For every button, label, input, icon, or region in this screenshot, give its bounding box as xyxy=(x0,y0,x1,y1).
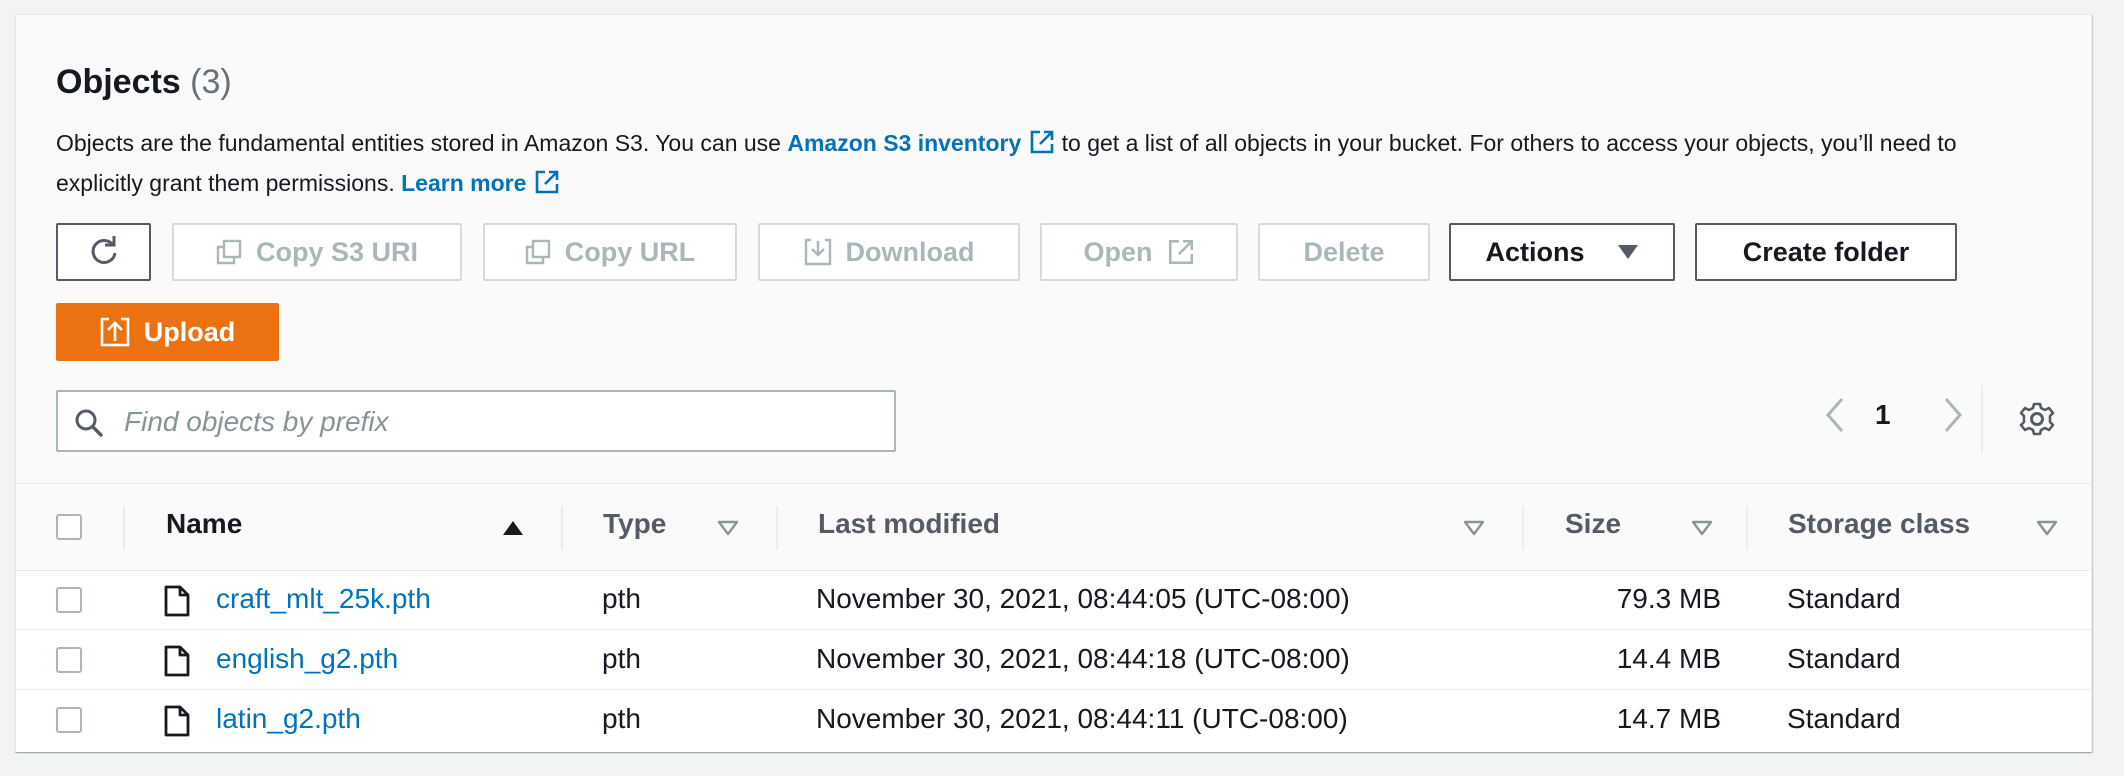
row-checkbox[interactable] xyxy=(56,707,82,733)
object-type: pth xyxy=(602,643,641,674)
file-icon xyxy=(164,705,190,737)
object-size: 14.7 MB xyxy=(1616,703,1721,734)
column-header-size[interactable]: Size xyxy=(1565,508,1621,540)
object-name-link[interactable]: craft_mlt_25k.pth xyxy=(216,583,431,615)
actions-dropdown[interactable]: Actions xyxy=(1449,223,1675,281)
caret-down-icon xyxy=(1617,245,1638,259)
sort-icon[interactable] xyxy=(2036,520,2058,536)
learn-more-link[interactable]: Learn more xyxy=(401,170,560,196)
row-checkbox[interactable] xyxy=(56,647,82,673)
sort-icon[interactable] xyxy=(1691,520,1713,536)
column-divider xyxy=(1522,506,1524,550)
copy-s3-uri-button[interactable]: Copy S3 URI xyxy=(172,223,462,281)
sort-icon[interactable] xyxy=(1463,520,1485,536)
external-link-icon xyxy=(536,170,559,194)
object-size: 14.4 MB xyxy=(1616,643,1721,674)
object-size: 79.3 MB xyxy=(1616,583,1721,614)
column-header-name[interactable]: Name xyxy=(166,508,242,540)
search-icon xyxy=(75,409,103,437)
actions-label: Actions xyxy=(1485,236,1585,267)
copy-url-label: Copy URL xyxy=(564,236,696,267)
object-name-link[interactable]: latin_g2.pth xyxy=(216,703,361,735)
divider xyxy=(1981,385,1983,453)
page-title: Objects (3) xyxy=(56,63,232,102)
table-row[interactable]: english_g2.pth pth November 30, 2021, 08… xyxy=(16,631,2091,690)
download-button[interactable]: Download xyxy=(758,223,1020,281)
description: Objects are the fundamental entities sto… xyxy=(56,123,2036,203)
object-last-modified: November 30, 2021, 08:44:11 (UTC-08:00) xyxy=(816,703,1348,734)
search-input[interactable]: Find objects by prefix xyxy=(56,390,896,452)
object-type: pth xyxy=(602,583,641,614)
select-all-checkbox[interactable] xyxy=(56,514,82,540)
open-label: Open xyxy=(1083,236,1153,267)
chevron-left-icon[interactable] xyxy=(1824,395,1846,435)
table-header: Name Type Last modified Size Storage cla… xyxy=(16,484,2091,571)
row-checkbox[interactable] xyxy=(56,587,82,613)
object-storage-class: Standard xyxy=(1787,583,1901,614)
open-button[interactable]: Open xyxy=(1040,223,1238,281)
column-divider xyxy=(561,506,563,550)
external-link-icon xyxy=(1168,239,1193,265)
copy-icon xyxy=(216,239,242,265)
title-text: Objects xyxy=(56,63,181,101)
refresh-icon xyxy=(91,236,116,264)
learn-more-label: Learn more xyxy=(401,170,527,196)
copy-url-button[interactable]: Copy URL xyxy=(483,223,737,281)
gear-icon[interactable] xyxy=(2019,401,2055,437)
column-header-type[interactable]: Type xyxy=(603,508,666,540)
object-count: (3) xyxy=(190,63,232,101)
chevron-right-icon[interactable] xyxy=(1942,395,1964,435)
upload-button[interactable]: Upload xyxy=(56,303,279,361)
object-last-modified: November 30, 2021, 08:44:18 (UTC-08:00) xyxy=(816,643,1350,674)
table-row[interactable]: latin_g2.pth pth November 30, 2021, 08:4… xyxy=(16,691,2091,749)
inventory-link-label: Amazon S3 inventory xyxy=(787,130,1022,156)
upload-label: Upload xyxy=(143,316,236,347)
object-storage-class: Standard xyxy=(1787,703,1901,734)
file-icon xyxy=(164,645,190,677)
column-divider xyxy=(1746,506,1748,550)
search-placeholder: Find objects by prefix xyxy=(124,406,389,437)
object-last-modified: November 30, 2021, 08:44:05 (UTC-08:00) xyxy=(816,583,1350,614)
current-page[interactable]: 1 xyxy=(1875,399,1891,431)
column-header-last-modified[interactable]: Last modified xyxy=(818,508,1000,540)
column-divider xyxy=(123,506,125,550)
sort-ascending-icon[interactable] xyxy=(502,520,524,536)
desc-text-1: Objects are the fundamental entities sto… xyxy=(56,130,781,156)
sort-icon[interactable] xyxy=(717,520,739,536)
table-row[interactable]: craft_mlt_25k.pth pth November 30, 2021,… xyxy=(16,571,2091,630)
column-divider xyxy=(776,506,778,550)
external-link-icon xyxy=(1030,130,1054,154)
object-storage-class: Standard xyxy=(1787,643,1901,674)
refresh-button[interactable] xyxy=(56,223,151,281)
upload-icon xyxy=(100,317,130,347)
objects-table: Name Type Last modified Size Storage cla… xyxy=(16,483,2091,752)
delete-button[interactable]: Delete xyxy=(1258,223,1430,281)
create-folder-button[interactable]: Create folder xyxy=(1695,223,1957,281)
object-name-link[interactable]: english_g2.pth xyxy=(216,643,398,675)
inventory-link[interactable]: Amazon S3 inventory xyxy=(787,130,1055,156)
objects-panel: Objects (3) Objects are the fundamental … xyxy=(15,14,2092,752)
object-type: pth xyxy=(602,703,641,734)
file-icon xyxy=(164,585,190,617)
download-label: Download xyxy=(845,236,975,267)
download-icon xyxy=(804,238,831,266)
delete-label: Delete xyxy=(1303,236,1385,267)
copy-icon xyxy=(525,239,550,265)
create-folder-label: Create folder xyxy=(1742,236,1910,267)
column-header-storage-class[interactable]: Storage class xyxy=(1788,508,1970,540)
copy-s3-uri-label: Copy S3 URI xyxy=(255,236,419,267)
